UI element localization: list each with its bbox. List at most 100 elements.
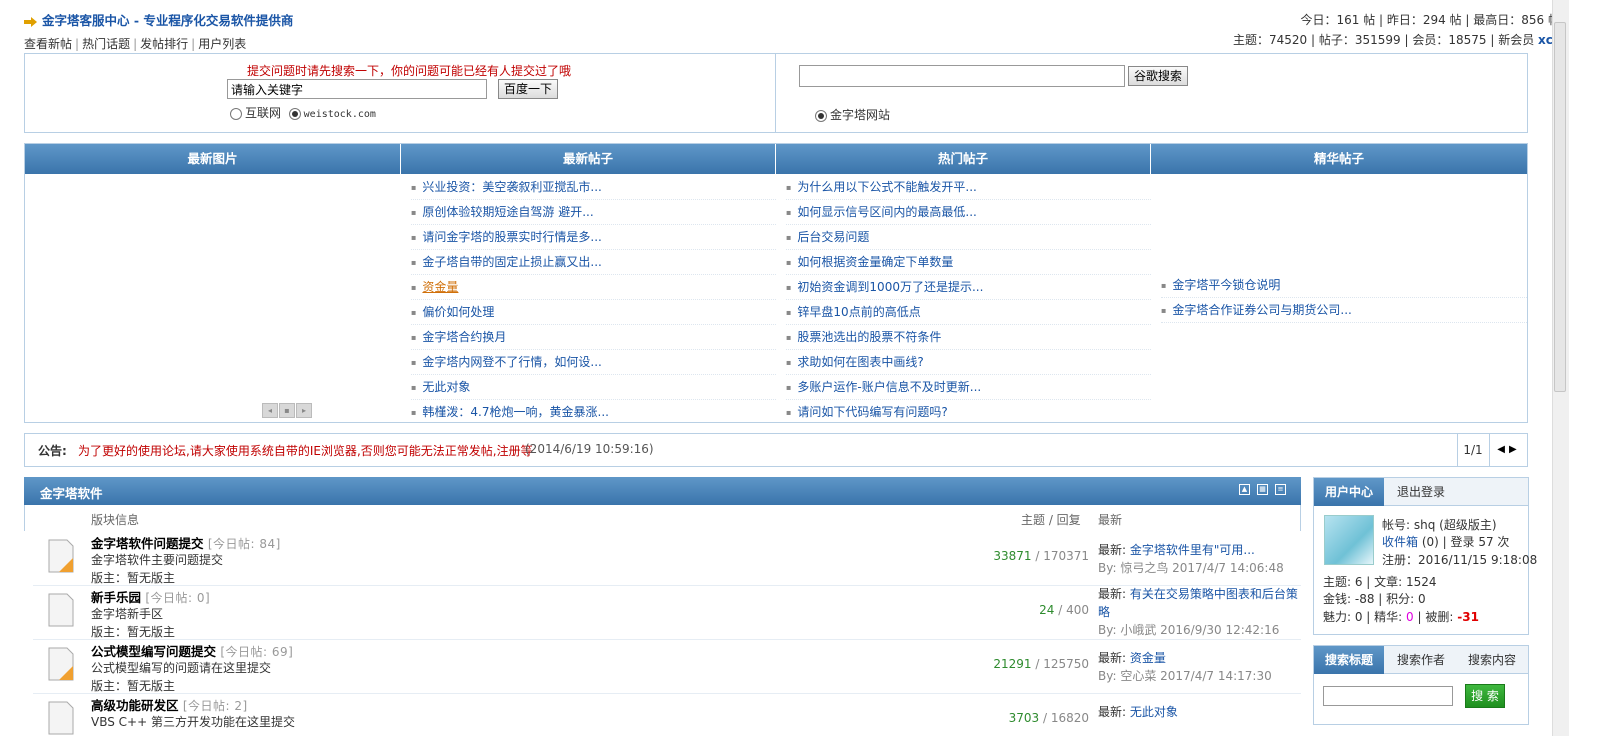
col-board-info: 版块信息 [91, 513, 140, 527]
board-name[interactable]: 金字塔软件问题提交 [今日帖: 84] [91, 533, 281, 552]
radio-site-google[interactable] [815, 109, 827, 122]
nav-post-ranking[interactable]: 发帖排行 [140, 37, 188, 51]
next-arrow-icon[interactable]: ▶ [1509, 444, 1521, 455]
scrollbar-thumb[interactable] [1554, 22, 1566, 392]
grid-view-icon[interactable]: ▦ [1257, 484, 1268, 495]
col-topic-reply: 主题 / 回复 [1021, 513, 1081, 527]
list-item[interactable]: 金字塔内网登不了行情，如何设... [411, 350, 776, 375]
list-item[interactable]: 股票池选出的股票不符条件 [786, 325, 1151, 350]
radio-site[interactable] [288, 107, 301, 120]
last-post-link[interactable]: 资金量 [1130, 651, 1166, 665]
list-item[interactable]: 多账户运作-账户信息不及时更新... [786, 375, 1151, 400]
board-new-icon [48, 539, 74, 573]
list-item[interactable]: 如何显示信号区间内的最高最低... [786, 200, 1151, 225]
list-item[interactable]: 资金量 [411, 275, 776, 300]
list-item[interactable]: 无此对象 [411, 375, 776, 400]
announcement-text[interactable]: 为了更好的使用论坛,请大家使用系统自带的IE浏览器,否则您可能无法正常发帖,注册… [78, 442, 533, 459]
forum-header [24, 477, 1301, 505]
pager-next-icon[interactable]: ▸ [296, 403, 312, 418]
header-left: 金字塔客服中心 - 专业程序化交易软件提供商 查看新帖 | 热门话题 | 发帖排行 | 用户… [24, 10, 293, 52]
last-post-link[interactable]: 无此对象 [1130, 705, 1178, 719]
google-scope-label: 金字塔网站 [830, 108, 891, 122]
nav-user-list[interactable]: 用户列表 [198, 37, 246, 51]
hot-posts-list: 为什么用以下公式不能触发开平... 如何显示信号区间内的最高最低... 后台交易… [786, 175, 1151, 424]
list-item[interactable]: 金字塔合约换月 [411, 325, 776, 350]
board-name[interactable]: 公式模型编写问题提交 [今日帖: 69] [91, 641, 293, 660]
tab-user-center[interactable]: 用户中心 [1314, 478, 1384, 506]
list-item[interactable]: 兴业投资：美空袭叙利亚搅乱市... [411, 175, 776, 200]
google-scope: 金字塔网站 [815, 106, 890, 123]
nav-new-posts[interactable]: 查看新帖 [24, 37, 72, 51]
col-latest-pictures: 最新图片 [25, 144, 401, 174]
board-name[interactable]: 高级功能研发区 [今日帖: 2] [91, 695, 248, 714]
site-title-text: 金字塔客服中心 - 专业程序化交易软件提供商 [42, 13, 294, 28]
side-search-button[interactable]: 搜 索 [1465, 684, 1505, 708]
tab-search-content[interactable]: 搜索内容 [1456, 646, 1528, 674]
list-item[interactable]: 韩槿泼：4.7枪炮一响，黄金暴涨... [411, 400, 776, 424]
pager-prev-icon[interactable]: ◂ [262, 403, 278, 418]
list-item[interactable]: 初始资金调到1000万了还是提示... [786, 275, 1151, 300]
latest-posts-list: 兴业投资：美空袭叙利亚搅乱市... 原创体验较期短途自驾游 避开... 请问金字… [411, 175, 776, 424]
list-item[interactable]: 求助如何在图表中画线? [786, 350, 1151, 375]
board-counts: 3703 / 16820 [1008, 711, 1089, 725]
stats-totals: 主题：74520 | 帖子：351599 | 会员：18575 | 新会员 xc… [1233, 33, 1560, 47]
board-moderator: 版主：暂无版主 [91, 679, 176, 693]
list-item[interactable]: 请问金字塔的股票实时行情是多... [411, 225, 776, 250]
last-post-link[interactable]: 金字塔软件里有"可用... [1130, 543, 1255, 557]
board-moderator: 版主：暂无版主 [91, 571, 176, 585]
side-search-input[interactable] [1323, 686, 1453, 706]
list-item[interactable]: 原创体验较期短途自驾游 避开... [411, 200, 776, 225]
list-item[interactable]: 请问如下代码编写有问题吗? [786, 400, 1151, 424]
site-title-link[interactable]: 金字塔客服中心 - 专业程序化交易软件提供商 [24, 10, 293, 29]
nav-hot-topics[interactable]: 热门话题 [82, 37, 130, 51]
radio-internet[interactable] [230, 107, 242, 120]
announcement-label: 公告: [38, 444, 67, 458]
tab-search-title[interactable]: 搜索标题 [1314, 646, 1384, 674]
list-view-icon[interactable]: ≡ [1275, 484, 1286, 495]
user-center-tabs: 用户中心 退出登录 [1314, 478, 1528, 506]
announcement-page: 1/1 [1457, 434, 1488, 466]
prev-arrow-icon[interactable]: ◀ [1497, 444, 1509, 455]
list-item[interactable]: 如何根据资金量确定下单数量 [786, 250, 1151, 275]
board-name[interactable]: 新手乐园 [今日帖: 0] [91, 587, 210, 606]
inbox-link[interactable]: 收件箱 [1382, 535, 1418, 549]
forum-stats: 今日：161 帖 | 昨日：294 帖 | 最高日：856 帖 主题：74520… [1233, 10, 1560, 50]
list-item[interactable]: 偏价如何处理 [411, 300, 776, 325]
inbox-info: 收件箱 (0) | 登录 57 次 [1382, 535, 1510, 549]
baidu-search-button[interactable]: 百度一下 [498, 79, 559, 99]
board-last-post: 最新: 金字塔软件里有"可用... By: 惊弓之鸟 2017/4/7 14:06… [1098, 543, 1284, 575]
topics-articles: 主题: 6 | 文章: 1524 [1323, 575, 1437, 589]
radio-site-label: weistock.com [303, 109, 376, 120]
list-item[interactable]: 金字塔平今锁仓说明 [1161, 273, 1527, 298]
top-nav: 查看新帖 | 热门话题 | 发帖排行 | 用户列表 [24, 37, 247, 51]
tab-logout[interactable]: 退出登录 [1386, 478, 1456, 506]
board-counts: 33871 / 170371 [993, 549, 1089, 563]
table-row: 高级功能研发区 [今日帖: 2] VBS C++ 第三方开发功能在这里提交 37… [33, 693, 1301, 747]
list-item[interactable]: 为什么用以下公式不能触发开平... [786, 175, 1151, 200]
forum-category-title[interactable]: 金字塔软件 [40, 483, 103, 502]
tab-search-author[interactable]: 搜索作者 [1386, 646, 1456, 674]
col-featured-posts: 精华帖子 [1151, 144, 1527, 174]
avatar[interactable] [1324, 515, 1374, 565]
list-item[interactable]: 金字塔合作证券公司与期货公司... [1161, 298, 1527, 323]
radio-internet-label: 互联网 [245, 106, 282, 120]
board-last-post: 最新: 资金量 By: 空心菜 2017/4/7 14:17:30 [1098, 651, 1272, 683]
announcement-nav: ◀▶ [1489, 434, 1528, 466]
baidu-search-input[interactable] [227, 79, 487, 99]
registered-info: 注册：2016/11/15 9:18:08 [1382, 553, 1538, 567]
board-last-post: 最新: 有关在交易策略中图表和后台策略 By: 小峨武 2016/9/30 12:… [1098, 587, 1298, 637]
board-desc: 公式模型编写的问题请在这里提交 [91, 661, 272, 675]
list-item[interactable]: 金子塔自带的固定止损止赢又出... [411, 250, 776, 275]
google-search-input[interactable] [799, 65, 1125, 87]
list-item[interactable]: 锌早盘10点前的高低点 [786, 300, 1151, 325]
list-item[interactable]: 后台交易问题 [786, 225, 1151, 250]
google-search-button[interactable]: 谷歌搜索 [1128, 66, 1189, 86]
board-desc: 金字塔软件主要问题提交 [91, 553, 224, 567]
pager-pause-icon[interactable]: ▪ [279, 403, 295, 418]
table-row: 金字塔软件问题提交 [今日帖: 84] 金字塔软件主要问题提交 版主：暂无版主 … [33, 531, 1301, 586]
collapse-icon[interactable]: ▲ [1239, 484, 1250, 495]
last-post-link[interactable]: 有关在交易策略中图表和后台策略 [1098, 587, 1298, 619]
board-icon [48, 593, 74, 627]
board-counts: 24 / 400 [1039, 603, 1089, 617]
search-hint: 提交问题时请先搜索一下，你的问题可能已经有人提交过了哦 [247, 64, 572, 78]
